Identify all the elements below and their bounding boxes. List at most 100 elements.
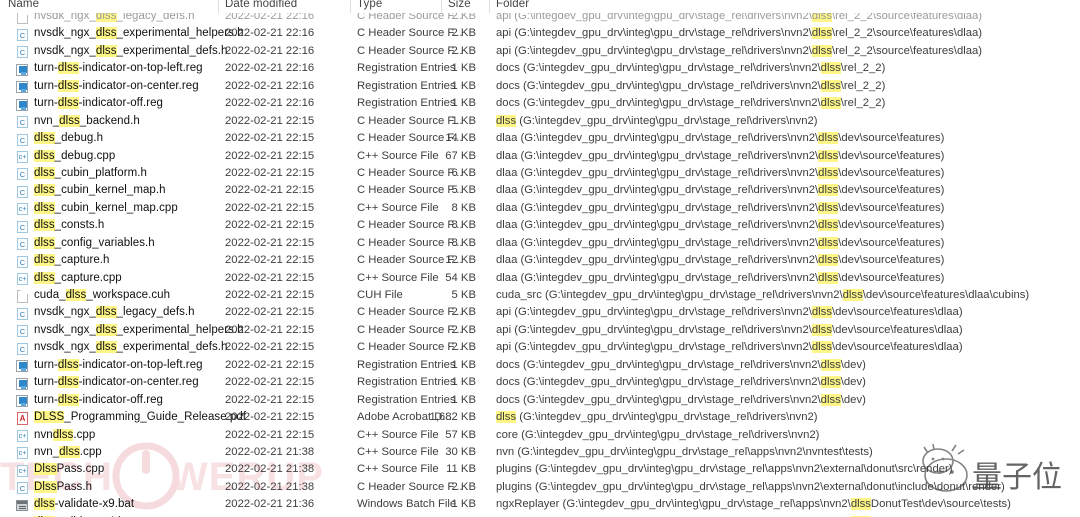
file-row[interactable]: Cdlss_capture.h 2022-02-21 22:15 C Header …	[0, 253, 1080, 270]
folder-path-cell: dlaa (G:\integdev_gpu_drv\integ\gpu_drv\…	[496, 132, 945, 145]
c-header-icon: C	[16, 46, 29, 59]
date-modified-cell: 2022-02-21 22:15	[225, 306, 315, 319]
file-row[interactable]: Cnvsdk_ngx_dlss_experimental_helpers.h 20…	[0, 323, 1080, 340]
folder-path-cell: dlss (G:\integdev_gpu_drv\integ\gpu_drv\…	[496, 411, 818, 424]
file-size-cell: 2 KB	[451, 44, 477, 57]
column-header-folder[interactable]: Folder	[496, 0, 529, 10]
date-modified-cell: 2022-02-21 22:15	[225, 254, 315, 267]
file-name-cell: dlss-validate-x9.bat	[34, 498, 135, 511]
date-modified-cell: 2022-02-21 22:15	[225, 428, 315, 441]
c-header-icon: C	[16, 168, 29, 181]
file-size-cell: 2 KB	[451, 480, 477, 493]
date-modified-cell: 2022-02-21 22:15	[225, 219, 315, 232]
file-size-cell: 1 KB	[451, 97, 477, 110]
file-row[interactable]: c+ dlss_capture.cpp 2022-02-21 22:15 C++ So…	[0, 271, 1080, 288]
file-row[interactable]: cuda_dlss_workspace.cuh 2022-02-21 22:15 C…	[0, 288, 1080, 305]
file-row[interactable]: c+ nvndlss.cpp 2022-02-21 22:15 C++ Source …	[0, 428, 1080, 445]
file-row[interactable]: Cnvsdk_ngx_dlss_experimental_defs.h 2022-…	[0, 340, 1080, 357]
file-row[interactable]: c+ DlssPass.cpp 2022-02-21 21:38 C++ Source…	[0, 462, 1080, 479]
date-modified-cell: 2022-02-21 22:16	[225, 27, 315, 40]
file-size-cell: 8 KB	[451, 219, 477, 232]
file-name-cell: turn-dlss-indicator-off.reg	[34, 97, 163, 110]
file-row[interactable]: turn-dlss-indicator-on-center.reg 2022-02…	[0, 375, 1080, 392]
file-row[interactable]: Cnvsdk_ngx_dlss_experimental_defs.h 2022-…	[0, 44, 1080, 61]
c-header-icon: C	[16, 325, 29, 338]
folder-path-cell: dlaa (G:\integdev_gpu_drv\integ\gpu_drv\…	[496, 254, 945, 267]
column-divider[interactable]	[489, 0, 490, 13]
file-row[interactable]: Cdlss_cubin_kernel_map.h 2022-02-21 22:15…	[0, 183, 1080, 200]
file-name-cell: turn-dlss-indicator-off.reg	[34, 393, 163, 406]
file-size-cell: 1 KB	[451, 114, 477, 127]
file-row[interactable]: turn-dlss-indicator-on-top-left.reg 2022-…	[0, 61, 1080, 78]
file-name-cell: dlss_cubin_kernel_map.h	[34, 184, 166, 197]
file-row[interactable]: turn-dlss-indicator-off.reg 2022-02-21 22…	[0, 96, 1080, 113]
file-size-cell: 14 KB	[445, 132, 476, 145]
date-modified-cell: 2022-02-21 21:36	[225, 498, 315, 511]
date-modified-cell: 2022-02-21 21:38	[225, 445, 315, 458]
file-row[interactable]: Cdlss_cubin_platform.h 2022-02-21 22:15 C …	[0, 166, 1080, 183]
column-divider[interactable]	[218, 0, 219, 13]
doc-icon	[16, 290, 29, 303]
file-row[interactable]: Cdlss_consts.h 2022-02-21 22:15 C Header S…	[0, 218, 1080, 235]
file-row[interactable]: A DLSS_Programming_Guide_Release.pdf 2022-…	[0, 410, 1080, 427]
file-row[interactable]: Cdlss_debug.h 2022-02-21 22:15 C Header So…	[0, 131, 1080, 148]
c-header-icon: C	[16, 116, 29, 129]
file-name-cell: dlss_capture.cpp	[34, 271, 122, 284]
file-name-cell: DlssPass.h	[34, 480, 93, 493]
folder-path-cell: dlaa (G:\integdev_gpu_drv\integ\gpu_drv\…	[496, 236, 945, 249]
file-name-cell: dlss_debug.cpp	[34, 149, 116, 162]
file-row[interactable]: Cnvsdk_ngx_dlss_experimental_helpers.h 20…	[0, 26, 1080, 43]
column-divider[interactable]	[441, 0, 442, 13]
file-list[interactable]: nvsdk_ngx_dlss_legacy_defs.h 2022-02-21 2…	[0, 9, 1080, 517]
registration-entries-icon	[16, 395, 29, 408]
file-row[interactable]: Cnvsdk_ngx_dlss_legacy_defs.h 2022-02-21 …	[0, 305, 1080, 322]
file-size-cell: 1,682 KB	[429, 411, 476, 424]
file-row[interactable]: c+ dlss_debug.cpp 2022-02-21 22:15 C++ Sour…	[0, 149, 1080, 166]
file-row[interactable]: turn-dlss-indicator-on-center.reg 2022-02…	[0, 79, 1080, 96]
file-explorer-search-results: TECH WERUP 量子位 Name Date modified Type S…	[0, 0, 1080, 517]
batch-file-icon	[16, 499, 29, 512]
folder-path-cell: dlaa (G:\integdev_gpu_drv\integ\gpu_drv\…	[496, 166, 945, 179]
column-header-date-modified[interactable]: Date modified	[225, 0, 297, 10]
folder-path-cell: plugins (G:\integdev_gpu_drv\integ\gpu_d…	[496, 463, 953, 476]
file-size-cell: 8 KB	[451, 236, 477, 249]
file-row[interactable]: Cnvn_dlss_backend.h 2022-02-21 22:15 C Hea…	[0, 114, 1080, 131]
file-type-cell: CUH File	[357, 289, 403, 301]
date-modified-cell: 2022-02-21 22:15	[225, 393, 315, 406]
column-header-size[interactable]: Size	[448, 0, 471, 10]
file-row[interactable]: dlss-validate-x9.bat 2022-02-21 21:36 Wind…	[0, 497, 1080, 514]
file-size-cell: 1 KB	[451, 62, 477, 75]
file-row[interactable]: turn-dlss-indicator-on-top-left.reg 2022-…	[0, 358, 1080, 375]
file-name-cell: nvsdk_ngx_dlss_experimental_defs.h	[34, 341, 228, 354]
file-row[interactable]: c+ dlss_cubin_kernel_map.cpp 2022-02-21 22…	[0, 201, 1080, 218]
file-row[interactable]: c+ nvn_dlss.cpp 2022-02-21 21:38 C++ Source…	[0, 445, 1080, 462]
folder-path-cell: dlaa (G:\integdev_gpu_drv\integ\gpu_drv\…	[496, 184, 945, 197]
file-row[interactable]: C DlssPass.h 2022-02-21 21:38 C Header Sour…	[0, 480, 1080, 497]
c-header-icon: C	[16, 482, 29, 495]
column-header-type[interactable]: Type	[357, 0, 382, 10]
registration-entries-icon	[16, 81, 29, 94]
file-size-cell: 5 KB	[451, 184, 477, 197]
folder-path-cell: dlaa (G:\integdev_gpu_drv\integ\gpu_drv\…	[496, 271, 945, 284]
file-size-cell: 11 KB	[446, 463, 476, 476]
file-name-cell: dlss_debug.h	[34, 132, 104, 145]
folder-path-cell: docs (G:\integdev_gpu_drv\integ\gpu_drv\…	[496, 79, 886, 92]
column-header-name[interactable]: Name	[8, 0, 39, 10]
file-name-cell: turn-dlss-indicator-on-top-left.reg	[34, 358, 203, 371]
file-name-cell: nvsdk_ngx_dlss_experimental_defs.h	[34, 44, 228, 57]
folder-path-cell: docs (G:\integdev_gpu_drv\integ\gpu_drv\…	[496, 62, 886, 75]
date-modified-cell: 2022-02-21 22:16	[225, 97, 315, 110]
file-row[interactable]: turn-dlss-indicator-off.reg 2022-02-21 22…	[0, 393, 1080, 410]
file-name-cell: nvndlss.cpp	[34, 428, 96, 441]
date-modified-cell: 2022-02-21 22:15	[225, 358, 315, 371]
file-size-cell: 8 KB	[451, 201, 477, 214]
file-name-cell: nvsdk_ngx_dlss_experimental_helpers.h	[34, 27, 244, 40]
date-modified-cell: 2022-02-21 22:15	[225, 289, 315, 301]
cpp-source-icon: c+	[16, 464, 29, 477]
folder-path-cell: api (G:\integdev_gpu_drv\integ\gpu_drv\s…	[496, 341, 963, 354]
file-row[interactable]: Cdlss_config_variables.h 2022-02-21 22:15…	[0, 236, 1080, 253]
c-header-icon: C	[16, 307, 29, 320]
c-header-icon: C	[16, 238, 29, 251]
column-divider[interactable]	[350, 0, 351, 13]
registration-entries-icon	[16, 360, 29, 373]
